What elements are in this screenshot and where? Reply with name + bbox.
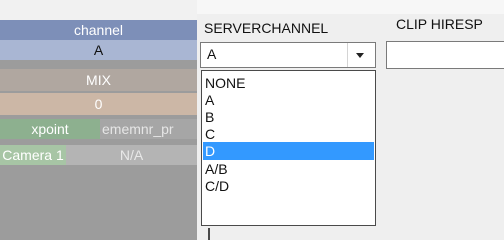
serverchannel-header: SERVERCHANNEL (204, 20, 329, 36)
channel-label: channel (0, 20, 197, 40)
camera-label: Camera 1 (0, 145, 66, 165)
serverchannel-selected-value: A (207, 46, 217, 62)
option-none[interactable]: NONE (203, 74, 374, 92)
xpoint-label: xpoint (0, 119, 100, 139)
option-c-d[interactable]: C/D (203, 177, 374, 195)
option-a-b[interactable]: A/B (203, 160, 374, 178)
option-b[interactable]: B (203, 108, 374, 126)
channel-value: A (0, 40, 197, 60)
option-d[interactable]: D (203, 142, 374, 160)
left-top-strip (0, 0, 197, 20)
option-a[interactable]: A (203, 91, 374, 109)
chevron-down-icon (356, 53, 364, 58)
mix-label: MIX (0, 69, 197, 91)
divider (208, 228, 210, 240)
clip-hires-input[interactable] (386, 41, 504, 69)
option-c[interactable]: C (203, 125, 374, 143)
camera-value: N/A (66, 145, 197, 165)
serverchannel-dropdown-list: NONE A B C D A/B C/D (201, 70, 376, 226)
mix-value: 0 (0, 93, 197, 115)
clip-hires-header: CLIP HIRESP (396, 16, 483, 32)
xpoint-value: ememnr_pr (100, 119, 197, 139)
